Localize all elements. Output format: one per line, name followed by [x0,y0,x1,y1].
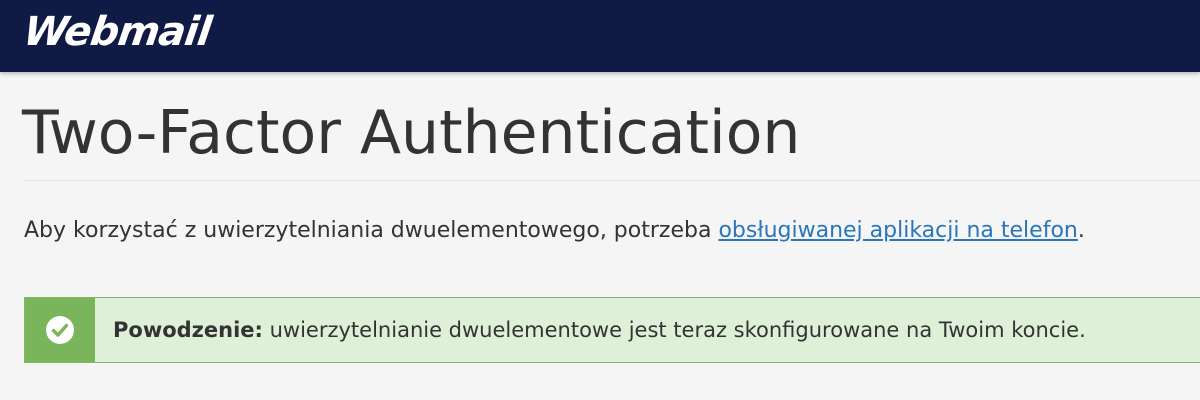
page-title: Two-Factor Authentication [22,98,801,168]
intro-text: Aby korzystać z uwierzytelniania dwuelem… [24,218,719,243]
alert-message: uwierzytelnianie dwuelementowe jest tera… [262,318,1086,342]
intro-paragraph: Aby korzystać z uwierzytelniania dwuelem… [24,216,1085,246]
alert-label: Powodzenie: [113,318,263,342]
intro-end: . [1077,218,1085,243]
header-bar: Webmail [0,0,1200,72]
title-divider [24,180,1200,181]
alert-icon-box [25,298,95,362]
alert-text: Powodzenie: uwierzytelnianie dwuelemento… [113,315,1086,345]
check-circle-icon [46,316,74,344]
success-alert: Powodzenie: uwierzytelnianie dwuelemento… [24,297,1200,363]
supported-app-link[interactable]: obsługiwanej aplikacji na telefon [718,218,1077,243]
webmail-logo[interactable]: Webmail [21,9,214,55]
